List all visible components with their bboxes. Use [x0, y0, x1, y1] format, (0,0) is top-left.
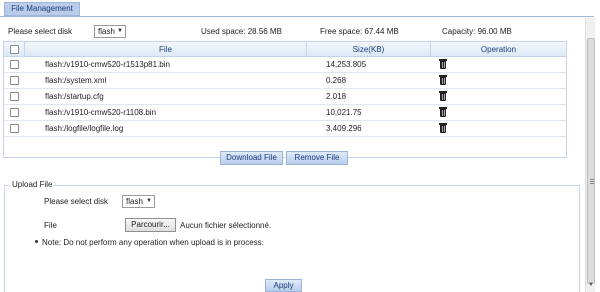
tab-file-management[interactable]: File Management	[4, 2, 80, 16]
row-checkbox[interactable]	[10, 124, 19, 133]
file-size: 3,409.296	[326, 124, 362, 133]
trash-icon[interactable]	[439, 123, 447, 133]
file-label: File	[44, 221, 57, 230]
note-bullet-icon	[35, 240, 38, 243]
free-space-text: Free space: 67.44 MB	[320, 27, 399, 36]
file-name: flash:/logfile/logfile.log	[45, 124, 124, 133]
used-space-text: Used space: 28.56 MB	[201, 27, 282, 36]
browse-button[interactable]: Parcourir...	[125, 218, 176, 232]
file-size: 10,021.75	[326, 108, 362, 117]
disk-select-value: flash	[98, 27, 115, 36]
file-size: 14,253.805	[326, 60, 367, 69]
table-empty-area	[4, 137, 566, 157]
upload-select-disk-label: Please select disk	[44, 197, 109, 206]
apply-button[interactable]: Apply	[265, 279, 302, 292]
upload-note: Note: Do not perform any operation when …	[42, 238, 264, 247]
scrollbar[interactable]: ▼	[585, 18, 595, 292]
file-size: 2.018	[326, 92, 347, 101]
row-checkbox[interactable]	[10, 92, 19, 101]
capacity-text: Capacity: 96.00 MB	[442, 27, 512, 36]
no-file-selected-text: Aucun fichier sélectionné.	[180, 221, 272, 230]
upload-disk-select-value: flash	[126, 197, 143, 206]
download-file-button[interactable]: Download File	[220, 151, 283, 165]
select-disk-label: Please select disk	[8, 27, 73, 36]
table-row: flash:/startup.cfg 2.018	[4, 89, 566, 105]
file-size: 0.268	[326, 76, 347, 85]
table-row: flash:/v1910-cmw520-r1513p81.bin 14,253.…	[4, 57, 566, 73]
tab-divider	[0, 16, 594, 17]
file-table: File Size(KB) Operation flash:/v1910-cmw…	[3, 41, 567, 158]
upload-file-legend: Upload File	[10, 180, 55, 189]
file-name: flash:/v1910-cmw520-r1108.bin	[45, 108, 157, 117]
chevron-down-icon: ▼	[117, 28, 123, 34]
select-all-checkbox[interactable]	[10, 45, 19, 54]
column-header-size[interactable]: Size(KB)	[306, 42, 430, 57]
file-name: flash:/startup.cfg	[45, 92, 104, 101]
row-checkbox[interactable]	[10, 60, 19, 69]
table-row: flash:/logfile/logfile.log 3,409.296	[4, 121, 566, 137]
disk-info-row: Please select disk flash ▼ Used space: 2…	[8, 25, 578, 40]
remove-file-button[interactable]: Remove File	[286, 151, 348, 165]
trash-icon[interactable]	[439, 91, 447, 101]
table-header: File Size(KB) Operation	[4, 42, 566, 57]
upload-disk-select[interactable]: flash ▼	[122, 195, 155, 208]
scroll-down-arrow-icon[interactable]: ▼	[588, 282, 594, 288]
column-header-file[interactable]: File	[24, 42, 306, 57]
trash-icon[interactable]	[439, 59, 447, 69]
chevron-down-icon: ▼	[146, 198, 152, 204]
file-name: flash:/system.xml	[45, 76, 107, 85]
trash-icon[interactable]	[439, 75, 447, 85]
disk-select[interactable]: flash ▼	[94, 25, 126, 38]
column-header-operation: Operation	[430, 42, 566, 57]
file-name: flash:/v1910-cmw520-r1513p81.bin	[45, 60, 170, 69]
row-checkbox[interactable]	[10, 108, 19, 117]
table-row: flash:/system.xml 0.268	[4, 73, 566, 89]
scrollbar-thumb[interactable]	[587, 38, 595, 284]
grip-icon	[590, 179, 594, 180]
table-row: flash:/v1910-cmw520-r1108.bin 10,021.75	[4, 105, 566, 121]
trash-icon[interactable]	[439, 107, 447, 117]
tab-bar: File Management	[0, 0, 600, 18]
row-checkbox[interactable]	[10, 76, 19, 85]
